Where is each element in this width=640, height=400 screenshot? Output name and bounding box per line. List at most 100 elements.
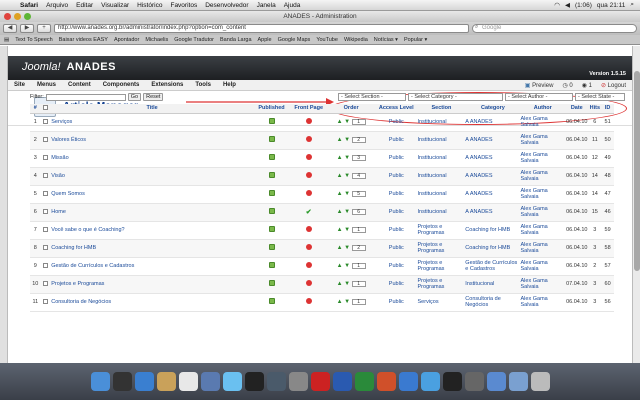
order-down-icon[interactable]: ▼ [344,245,350,251]
row-checkbox[interactable] [40,293,52,312]
bookmarks-icon[interactable]: ▤ [4,37,9,43]
section-link[interactable]: Institucional [417,185,466,204]
author-link[interactable]: Alex Gama Salvaia [520,113,566,132]
article-title-link[interactable]: Gestão de Currículos e Cadastros [51,257,253,276]
article-title-link[interactable]: Projetos e Programas [51,275,253,294]
access-level[interactable]: Public [375,293,418,312]
order-up-icon[interactable]: ▲ [337,299,343,305]
back-button[interactable]: ◀ [3,24,17,33]
order-input[interactable]: 1 [351,119,366,125]
order-up-icon[interactable]: ▲ [337,173,343,179]
menu-ajuda[interactable]: Ajuda [280,2,305,9]
section-link[interactable]: Institucional [417,203,466,222]
order-up-icon[interactable]: ▲ [337,119,343,125]
order-input[interactable]: 2 [351,137,366,143]
published-toggle[interactable] [252,221,291,240]
row-checkbox[interactable] [40,149,52,168]
messages-count[interactable]: ◷ 0 [562,82,572,89]
section-link[interactable]: Projetos e Programas [417,275,466,294]
order-down-icon[interactable]: ▼ [344,227,350,233]
preferences-icon[interactable] [288,372,308,391]
order-up-icon[interactable]: ▲ [337,245,343,251]
order-input[interactable]: 1 [351,263,366,269]
category-link[interactable]: A ANADES [465,203,521,222]
dashboard-icon[interactable] [112,372,132,391]
users-count[interactable]: ◉ 1 [582,82,592,89]
section-link[interactable]: Institucional [417,149,466,168]
category-link[interactable]: Coaching for HMB [465,221,521,240]
order-down-icon[interactable]: ▼ [344,281,350,287]
order-up-icon[interactable]: ▲ [337,191,343,197]
frontpage-toggle[interactable] [290,131,328,150]
order-down-icon[interactable]: ▼ [344,299,350,305]
terminal-icon[interactable] [442,372,462,391]
minimize-icon[interactable] [14,13,21,20]
frontpage-toggle[interactable] [290,185,328,204]
author-link[interactable]: Alex Gama Salvaia [520,203,566,222]
section-link[interactable]: Projetos e Programas [417,239,466,258]
section-link[interactable]: Institucional [417,131,466,150]
zoom-icon[interactable] [24,13,31,20]
published-toggle[interactable] [252,293,291,312]
order-up-icon[interactable]: ▲ [337,137,343,143]
filter-input[interactable] [45,93,126,101]
reset-button[interactable]: Reset [143,93,164,101]
col-published[interactable]: Published [252,104,291,114]
powerpoint-icon[interactable] [376,372,396,391]
row-checkbox[interactable] [40,185,52,204]
safari-icon[interactable] [134,372,154,391]
go-button[interactable]: Go [127,93,142,101]
wifi-icon[interactable]: ◠ [554,1,560,9]
frontpage-toggle[interactable] [290,221,328,240]
category-link[interactable]: A ANADES [465,149,521,168]
menu-editar[interactable]: Editar [72,2,97,9]
category-link[interactable]: A ANADES [465,113,521,132]
bookmark[interactable]: Popular ▾ [404,37,427,43]
article-title-link[interactable]: Home [51,203,253,222]
menu-menus[interactable]: Menus [37,82,56,88]
access-level[interactable]: Public [375,239,418,258]
article-title-link[interactable]: Missão [51,149,253,168]
bookmark[interactable]: Baixar videos EASY [59,37,108,43]
order-down-icon[interactable]: ▼ [344,155,350,161]
order-down-icon[interactable]: ▼ [344,137,350,143]
row-checkbox[interactable] [40,167,52,186]
spotlight-icon[interactable]: ⌕ [630,1,634,9]
menu-components[interactable]: Components [103,82,140,88]
order-input[interactable]: 4 [351,173,366,179]
row-checkbox[interactable] [40,257,52,276]
published-toggle[interactable] [252,185,291,204]
access-level[interactable]: Public [375,167,418,186]
access-level[interactable]: Public [375,221,418,240]
frontpage-toggle[interactable] [290,113,328,132]
menu-app[interactable]: Safari [16,2,42,9]
order-up-icon[interactable]: ▲ [337,209,343,215]
bookmark[interactable]: Text To Speech [15,37,53,43]
entourage-icon[interactable] [398,372,418,391]
published-toggle[interactable] [252,239,291,258]
article-title-link[interactable]: Serviços [51,113,253,132]
order-down-icon[interactable]: ▼ [344,173,350,179]
contacts-icon[interactable] [156,372,176,391]
col-frontpage[interactable]: Front Page [290,104,328,114]
access-level[interactable]: Public [375,275,418,294]
section-select[interactable]: - Select Section - [338,93,406,101]
row-checkbox[interactable] [40,113,52,132]
order-input[interactable]: 1 [351,281,366,287]
article-title-link[interactable]: Consultoria de Negócios [51,293,253,312]
order-up-icon[interactable]: ▲ [337,227,343,233]
documents-icon[interactable] [508,372,528,391]
frontpage-toggle[interactable] [290,293,328,312]
bookmark[interactable]: Google Tradutor [174,37,214,43]
author-link[interactable]: Alex Gama Salvaia [520,185,566,204]
menu-site[interactable]: Site [14,82,25,88]
acrobat-icon[interactable] [310,372,330,391]
author-link[interactable]: Alex Gama Salvaia [520,221,566,240]
state-select[interactable]: - Select State - [575,93,625,101]
bookmark[interactable]: Notícias ▾ [374,37,398,43]
author-link[interactable]: Alex Gama Salvaia [520,167,566,186]
article-title-link[interactable]: Quem Somos [51,185,253,204]
row-checkbox[interactable] [40,239,52,258]
frontpage-toggle[interactable] [290,257,328,276]
author-link[interactable]: Alex Gama Salvaia [520,149,566,168]
